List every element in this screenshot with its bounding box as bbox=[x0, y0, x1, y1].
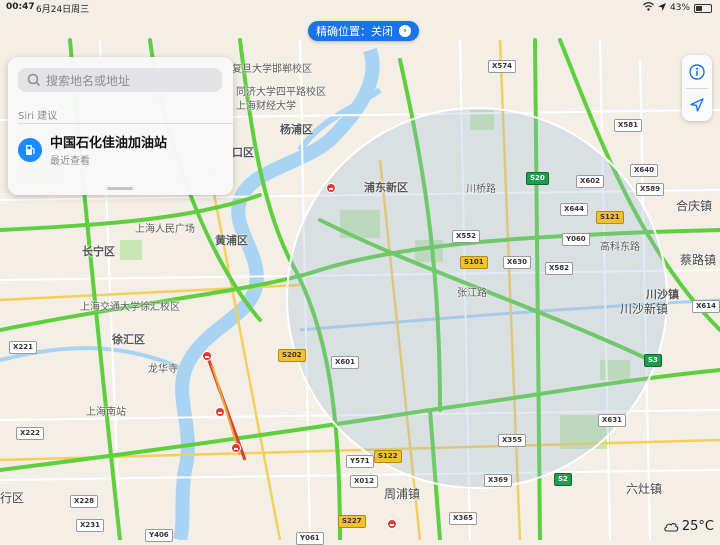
info-icon bbox=[689, 63, 705, 80]
siri-suggestions-header: Siri 建议 bbox=[18, 111, 58, 122]
no-entry-icon bbox=[231, 443, 241, 453]
location-arrow-icon bbox=[690, 97, 704, 112]
road-tag: X355 bbox=[498, 434, 527, 447]
suggestion-title: 中国石化佳油加油站 bbox=[50, 136, 168, 151]
map-label-longhua: 龙华寺 bbox=[148, 364, 178, 375]
map-label-shanghai-south: 上海南站 bbox=[86, 407, 126, 418]
road-tag: S121 bbox=[596, 211, 624, 224]
search-input[interactable]: 搜索地名或地址 bbox=[18, 68, 222, 92]
map-label-sjtu: 上海交通大学徐汇校区 bbox=[80, 302, 180, 313]
info-button[interactable] bbox=[682, 55, 712, 88]
road-tag: X614 bbox=[692, 300, 720, 313]
map-label-fudan: 复旦大学邯郸校区 bbox=[232, 64, 312, 75]
map-label-changning: 长宁区 bbox=[82, 245, 115, 258]
road-tag: S122 bbox=[374, 450, 402, 463]
locate-me-button[interactable] bbox=[682, 88, 712, 121]
road-tag: X369 bbox=[484, 474, 513, 487]
map-label-gaoke: 高科东路 bbox=[600, 242, 640, 253]
status-bar: 00:47 6月24日周三 43% bbox=[0, 0, 720, 15]
map-label-peoples-square: 上海人民广场 bbox=[135, 224, 195, 235]
no-entry-icon bbox=[202, 351, 212, 361]
road-tag: S227 bbox=[338, 515, 366, 528]
road-tag: Y571 bbox=[346, 455, 374, 468]
map-label-zhoupu: 周浦镇 bbox=[384, 487, 421, 501]
location-arrow-icon bbox=[657, 2, 666, 14]
status-time: 00:47 bbox=[6, 2, 35, 12]
battery-percent: 43% bbox=[669, 3, 690, 13]
weather-widget: 25°C bbox=[663, 519, 714, 534]
road-tag: X589 bbox=[636, 183, 665, 196]
battery-icon bbox=[694, 3, 712, 13]
map-label-xuhui: 徐汇区 bbox=[112, 333, 145, 346]
road-tag: X601 bbox=[331, 356, 360, 369]
map-label-chuanqiao: 川桥路 bbox=[466, 184, 496, 195]
road-tag: X631 bbox=[598, 414, 627, 427]
map-label-tongji: 同济大学四平路校区 bbox=[236, 87, 326, 98]
road-tag: X365 bbox=[449, 512, 478, 525]
search-placeholder: 搜索地名或地址 bbox=[46, 73, 131, 88]
road-tag: X552 bbox=[452, 230, 481, 243]
suggestion-item[interactable]: 中国石化佳油加油站 最近查看 bbox=[18, 132, 167, 167]
map-label-chuansha-xin: 川沙新镇 bbox=[620, 302, 669, 316]
road-tag: X640 bbox=[630, 164, 659, 177]
map-label-kou: 口区 bbox=[232, 146, 254, 159]
sheet-grabber[interactable] bbox=[107, 187, 133, 190]
no-entry-icon bbox=[326, 183, 336, 193]
map-label-huangpu: 黄浦区 bbox=[215, 234, 248, 247]
road-tag: X644 bbox=[560, 203, 589, 216]
road-tag: X574 bbox=[488, 60, 517, 73]
divider bbox=[18, 123, 233, 124]
road-tag: Y061 bbox=[296, 532, 324, 545]
no-entry-icon bbox=[387, 519, 397, 529]
precise-location-button[interactable]: 精确位置：关闭 › bbox=[308, 21, 419, 41]
suggestion-subtitle: 最近查看 bbox=[50, 156, 90, 167]
road-tag: S2 bbox=[554, 473, 572, 486]
map-label-caolu: 蔡路镇 bbox=[680, 253, 717, 267]
map-label-heqing: 合庆镇 bbox=[676, 199, 713, 213]
status-right: 43% bbox=[643, 2, 712, 14]
road-tag: X630 bbox=[503, 256, 532, 269]
road-tag: S20 bbox=[526, 172, 549, 185]
road-tag: S101 bbox=[460, 256, 488, 269]
weather-temperature: 25°C bbox=[681, 519, 714, 534]
search-icon bbox=[27, 73, 41, 87]
no-entry-icon bbox=[215, 407, 225, 417]
road-tag: S202 bbox=[278, 349, 306, 362]
road-tag: Y060 bbox=[562, 233, 590, 246]
map-label-yangpu: 杨浦区 bbox=[280, 123, 313, 136]
wifi-icon bbox=[643, 2, 654, 14]
precise-location-label: 精确位置：关闭 bbox=[316, 25, 393, 38]
cloud-icon bbox=[664, 523, 679, 532]
road-tag: X228 bbox=[70, 495, 99, 508]
road-tag: X581 bbox=[614, 119, 643, 132]
road-tag: X582 bbox=[545, 262, 574, 275]
gas-station-icon bbox=[18, 137, 42, 162]
road-tag: S3 bbox=[644, 354, 662, 367]
map-controls bbox=[682, 55, 712, 121]
road-tag: X221 bbox=[9, 341, 38, 354]
map-label-shangwu: 上海财经大学 bbox=[236, 101, 296, 112]
status-date: 6月24日周三 bbox=[36, 5, 90, 15]
road-tag: X231 bbox=[76, 519, 105, 532]
chevron-right-icon: › bbox=[399, 25, 411, 37]
map-label-liuzao: 六灶镇 bbox=[626, 482, 663, 496]
road-tag: X012 bbox=[350, 475, 379, 488]
map-label-zhangjiang: 张江路 bbox=[457, 288, 487, 299]
map-label-hangtou: 行区 bbox=[0, 491, 25, 505]
road-tag: X602 bbox=[576, 175, 605, 188]
map-label-pudong: 浦东新区 bbox=[364, 181, 408, 194]
road-tag: X222 bbox=[16, 427, 45, 440]
search-sheet: 搜索地名或地址 Siri 建议 中国石化佳油加油站 最近查看 bbox=[8, 57, 233, 195]
road-tag: Y406 bbox=[145, 529, 173, 542]
